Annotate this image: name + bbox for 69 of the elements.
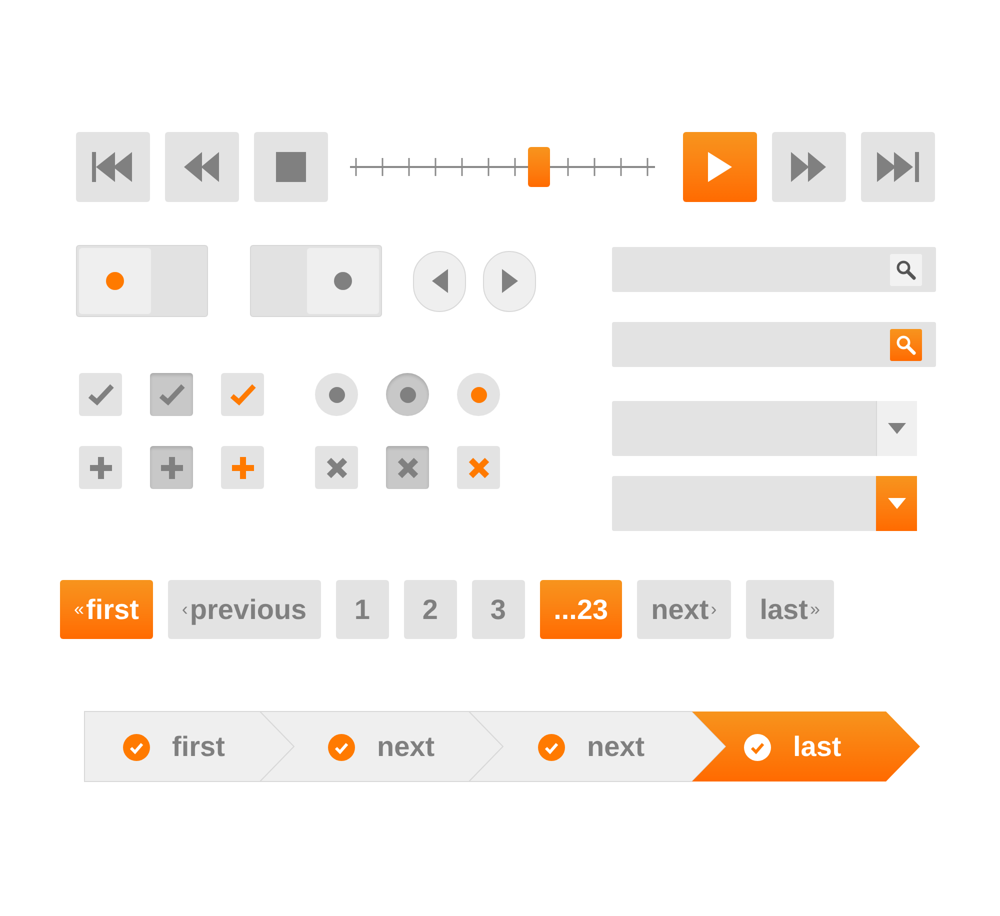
right-arrow-icon xyxy=(502,269,518,293)
icon-button[interactable] xyxy=(457,446,500,489)
search-icon xyxy=(896,260,916,280)
radio-button[interactable] xyxy=(315,373,358,416)
check-icon xyxy=(328,734,355,760)
left-arrow-icon xyxy=(432,269,448,293)
dot-icon xyxy=(334,272,352,290)
icon-button[interactable] xyxy=(221,446,264,489)
dot-icon xyxy=(328,386,344,402)
media-button[interactable] xyxy=(683,132,757,202)
close-icon xyxy=(468,456,490,478)
checkbox[interactable] xyxy=(79,373,122,416)
arrow-button[interactable] xyxy=(483,250,536,312)
plus-icon xyxy=(232,456,254,478)
caret-icon xyxy=(888,498,906,509)
check-icon xyxy=(538,734,565,760)
checkbox[interactable] xyxy=(150,373,193,416)
dot-icon xyxy=(106,272,124,290)
slider-thumb[interactable] xyxy=(528,147,550,187)
dropdown[interactable] xyxy=(612,476,917,531)
media-button[interactable] xyxy=(772,132,846,202)
page-button[interactable]: «first xyxy=(60,580,153,639)
seek-slider[interactable] xyxy=(350,147,655,187)
plus-icon xyxy=(90,456,112,478)
page-button[interactable]: 1 xyxy=(336,580,389,639)
search-button[interactable] xyxy=(890,328,922,360)
search-button[interactable] xyxy=(890,254,922,286)
search-field[interactable] xyxy=(612,247,936,292)
rewind-icon xyxy=(184,152,220,182)
arrow-button[interactable] xyxy=(413,250,466,312)
check-icon xyxy=(230,384,256,406)
check-icon xyxy=(158,384,184,406)
check-icon xyxy=(123,734,150,760)
page-button[interactable]: ‹previous xyxy=(168,580,321,639)
page-button[interactable]: ...23 xyxy=(540,580,622,639)
dropdown-button[interactable] xyxy=(876,401,917,456)
radio-button[interactable] xyxy=(386,373,429,416)
icon-button[interactable] xyxy=(386,446,429,489)
skip-forward-icon xyxy=(877,152,919,182)
fast-forward-icon xyxy=(791,152,827,182)
media-button[interactable] xyxy=(254,132,328,202)
icon-button[interactable] xyxy=(150,446,193,489)
toggle-switch[interactable] xyxy=(76,245,208,317)
dot-icon xyxy=(470,386,486,402)
checkbox[interactable] xyxy=(221,373,264,416)
close-icon xyxy=(396,456,418,478)
toggle-switch[interactable] xyxy=(250,245,382,317)
search-icon xyxy=(896,334,916,354)
page-button[interactable]: 3 xyxy=(472,580,525,639)
page-button[interactable]: next› xyxy=(637,580,731,639)
play-icon xyxy=(708,152,732,182)
plus-icon xyxy=(160,456,182,478)
icon-button[interactable] xyxy=(79,446,122,489)
close-icon xyxy=(326,456,348,478)
radio-button[interactable] xyxy=(457,373,500,416)
stop-icon xyxy=(276,152,306,182)
page-button[interactable]: 2 xyxy=(404,580,457,639)
media-button[interactable] xyxy=(861,132,935,202)
dot-icon xyxy=(400,386,416,402)
check-icon xyxy=(744,734,771,760)
media-button[interactable] xyxy=(165,132,239,202)
search-field[interactable] xyxy=(612,322,936,367)
dropdown-button[interactable] xyxy=(876,476,917,531)
media-button[interactable] xyxy=(76,132,150,202)
skip-back-icon xyxy=(92,152,134,182)
check-icon xyxy=(88,384,114,406)
caret-icon xyxy=(888,423,906,434)
icon-button[interactable] xyxy=(315,446,358,489)
page-button[interactable]: last» xyxy=(746,580,834,639)
